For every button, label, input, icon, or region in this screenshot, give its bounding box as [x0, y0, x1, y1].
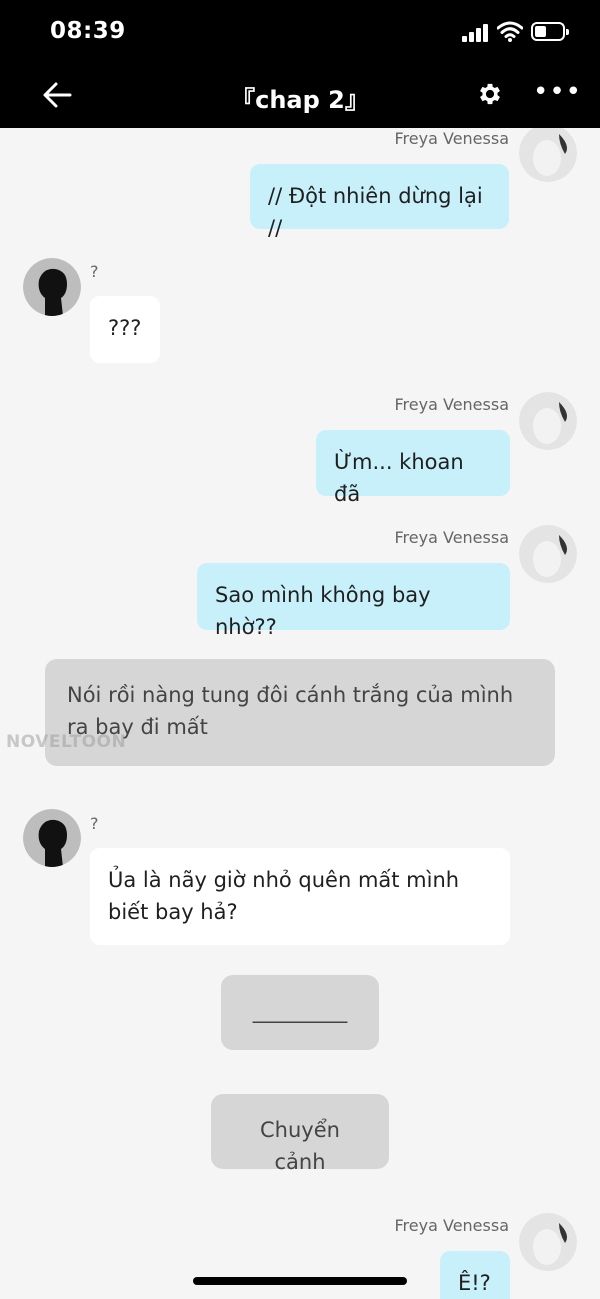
- message-bubble: Ê!?: [440, 1251, 510, 1299]
- avatar-freya[interactable]: [519, 128, 577, 182]
- sender-name: Freya Venessa: [394, 528, 509, 547]
- sender-name: ?: [90, 814, 99, 833]
- avatar-unknown[interactable]: [23, 258, 81, 316]
- home-indicator[interactable]: [193, 1277, 407, 1285]
- gear-icon[interactable]: [476, 80, 504, 108]
- scene-change-bubble: Chuyển cảnh: [211, 1094, 389, 1174]
- wifi-icon: [497, 21, 523, 42]
- chat-feed[interactable]: Freya Venessa // Đột nhiên dừng lại // ?…: [0, 128, 600, 1299]
- message-bubble: // Đột nhiên dừng lại //: [250, 164, 509, 240]
- message-bubble: Ừm... khoan đã: [316, 430, 510, 506]
- battery-icon: [531, 22, 569, 41]
- message-bubble: ???: [90, 296, 160, 363]
- scene-divider-bubble: _________: [221, 975, 379, 1050]
- sender-name: Freya Venessa: [394, 395, 509, 414]
- message-bubble: Ủa là nãy giờ nhỏ quên mất mình biết bay…: [90, 848, 510, 945]
- message-bubble: Sao mình không bay nhờ??: [197, 563, 510, 639]
- chapter-title: 『chap 2』: [231, 86, 369, 114]
- avatar-freya[interactable]: [519, 525, 577, 583]
- sender-name: Freya Venessa: [394, 1216, 509, 1235]
- avatar-freya[interactable]: [519, 1213, 577, 1271]
- top-bar: 08:39 『chap 2』 •••: [0, 0, 600, 128]
- avatar-freya[interactable]: [519, 392, 577, 450]
- status-time: 08:39: [50, 18, 126, 44]
- sender-name: ?: [90, 262, 99, 281]
- cellular-signal-icon: [462, 24, 490, 42]
- more-options-icon[interactable]: •••: [533, 79, 581, 106]
- sender-name: Freya Venessa: [394, 129, 509, 148]
- avatar-unknown[interactable]: [23, 809, 81, 867]
- watermark-logo: NOVELTOON: [6, 732, 127, 752]
